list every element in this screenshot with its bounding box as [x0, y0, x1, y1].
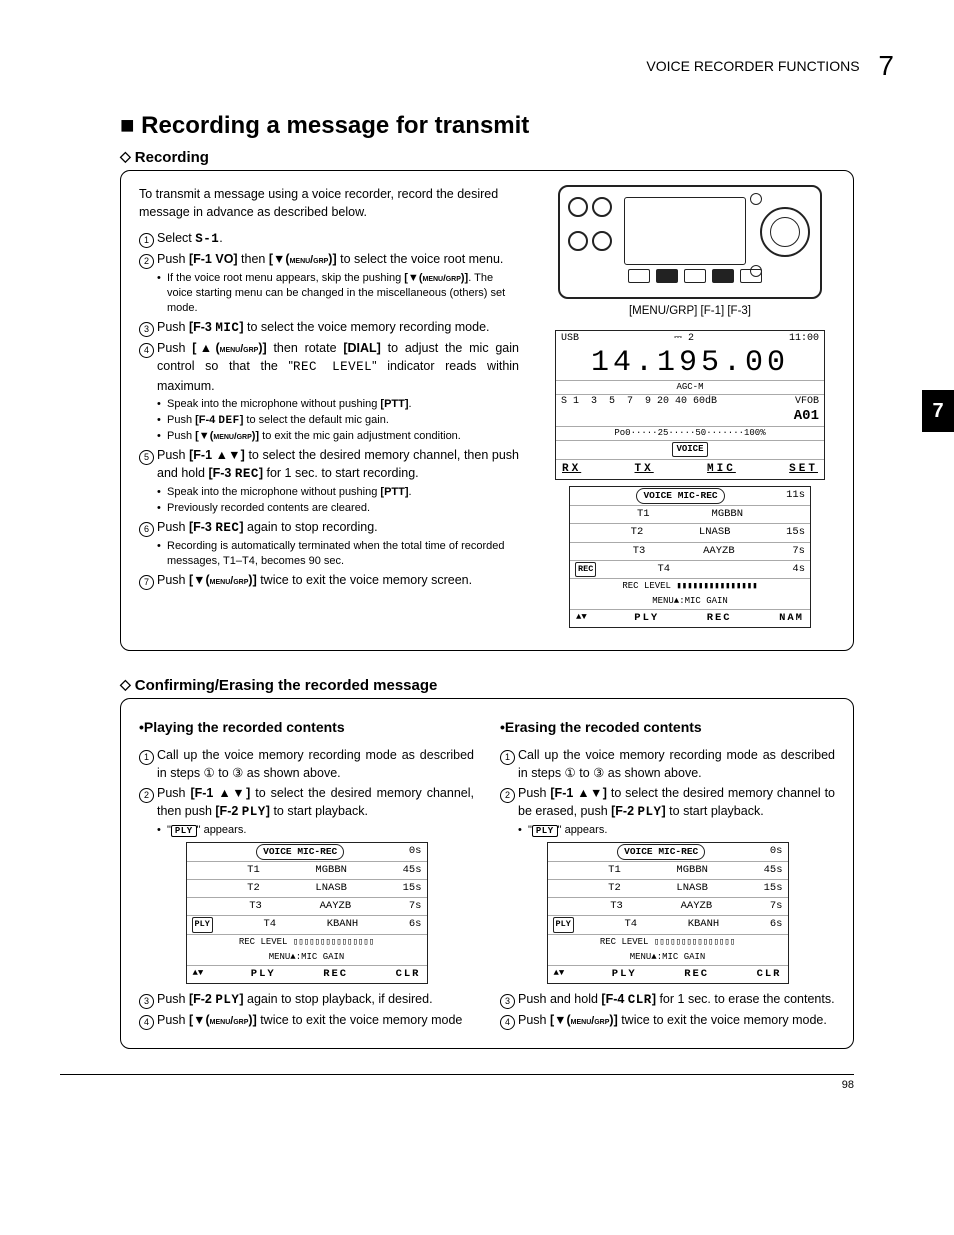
step-7: 7Push [▼(menu/grp)] twice to exit the vo… — [139, 571, 519, 590]
knob-icon — [592, 197, 612, 217]
subhead-confirm: ◇Confirming/Erasing the recorded message — [120, 676, 894, 694]
lcd-erase: VOICE MIC-REC0s T1MGBBN45s T2LNASB15s T3… — [547, 842, 789, 984]
erase-step-2: 2Push [F-1 ▲▼] to select the desired mem… — [500, 784, 835, 821]
dial-icon — [760, 207, 810, 257]
step-2: 2Push [F-1 VO] then [▼(menu/grp)] to sel… — [139, 250, 519, 269]
radio-device-illustration — [558, 185, 822, 299]
playing-column: •Playing the recorded contents 1Call up … — [139, 713, 474, 1032]
knob-icon — [592, 231, 612, 251]
button-icon — [656, 269, 678, 283]
step-3: 3Push [F-3 MIC] to select the voice memo… — [139, 318, 519, 337]
subhead-recording: ◇Recording — [120, 148, 894, 166]
erasing-head: •Erasing the recoded contents — [500, 717, 835, 737]
note-4a: •Speak into the microphone without pushi… — [157, 397, 519, 412]
step-4: 4Push [▲(menu/grp)] then rotate [DIAL] t… — [139, 339, 519, 395]
erase-step-1: 1Call up the voice memory recording mode… — [500, 746, 835, 782]
square-bullet-icon: ■ — [120, 112, 141, 139]
erase-step-3: 3Push and hold [F-4 CLR] for 1 sec. to e… — [500, 990, 835, 1009]
confirm-erase-box: •Playing the recorded contents 1Call up … — [120, 698, 854, 1049]
device-label: [MENU/GRP] [F-1] [F-3] — [545, 303, 835, 320]
note-5b: •Previously recorded contents are cleare… — [157, 501, 519, 516]
note-4c: •Push [▼(menu/grp)] to exit the mic gain… — [157, 429, 519, 444]
knob-icon — [568, 231, 588, 251]
knob-icon — [568, 197, 588, 217]
button-icon — [684, 269, 706, 283]
play-note-2: •"PLY" appears. — [157, 823, 474, 838]
erase-note-2: •"PLY" appears. — [518, 823, 835, 838]
intro-text: To transmit a message using a voice reco… — [139, 185, 519, 221]
recording-text-column: To transmit a message using a voice reco… — [139, 185, 519, 634]
button-icon — [712, 269, 734, 283]
note-4b: •Push [F-4 DEF] to select the default mi… — [157, 413, 519, 429]
side-tab: 7 — [922, 390, 954, 432]
playing-head: •Playing the recorded contents — [139, 717, 474, 737]
recording-box: To transmit a message using a voice reco… — [120, 170, 854, 651]
led-icon — [750, 193, 762, 205]
lcd-voice-rec: VOICE MIC-REC11s T1MGBBN T2LNASB15s T3AA… — [569, 486, 811, 628]
step-1: 1Select S-1. — [139, 229, 519, 248]
play-step-3: 3Push [F-2 PLY] again to stop playback, … — [139, 990, 474, 1009]
play-step-2: 2Push [F-1 ▲▼] to select the desired mem… — [139, 784, 474, 821]
erase-step-4: 4Push [▼(menu/grp)] twice to exit the vo… — [500, 1011, 835, 1030]
page-header: VOICE RECORDER FUNCTIONS 7 — [60, 50, 894, 82]
recording-figure-column: [MENU/GRP] [F-1] [F-3] USB⎓ 211:00 14.19… — [545, 185, 835, 634]
note-5a: •Speak into the microphone without pushi… — [157, 485, 519, 500]
diamond-icon: ◇ — [120, 148, 131, 164]
play-step-4: 4Push [▼(menu/grp)] twice to exit the vo… — [139, 1011, 474, 1030]
erasing-column: •Erasing the recoded contents 1Call up t… — [500, 713, 835, 1032]
section-label: VOICE RECORDER FUNCTIONS — [646, 58, 859, 74]
note-2: •If the voice root menu appears, skip th… — [157, 271, 519, 316]
chapter-number: 7 — [878, 50, 894, 81]
lcd-main: USB⎓ 211:00 14.195.00 AGC-M S 1 3 5 7 9 … — [555, 330, 825, 481]
lcd-play: VOICE MIC-REC0s T1MGBBN45s T2LNASB15s T3… — [186, 842, 428, 984]
led-icon — [750, 265, 762, 277]
step-6: 6Push [F-3 REC] again to stop recording. — [139, 518, 519, 537]
page-title: ■ Recording a message for transmit — [120, 112, 894, 140]
device-screen — [624, 197, 746, 265]
step-5: 5Push [F-1 ▲▼] to select the desired mem… — [139, 446, 519, 483]
diamond-icon: ◇ — [120, 676, 131, 692]
play-step-1: 1Call up the voice memory recording mode… — [139, 746, 474, 782]
button-icon — [628, 269, 650, 283]
note-6: •Recording is automatically terminated w… — [157, 539, 519, 569]
page-number: 98 — [60, 1074, 854, 1091]
